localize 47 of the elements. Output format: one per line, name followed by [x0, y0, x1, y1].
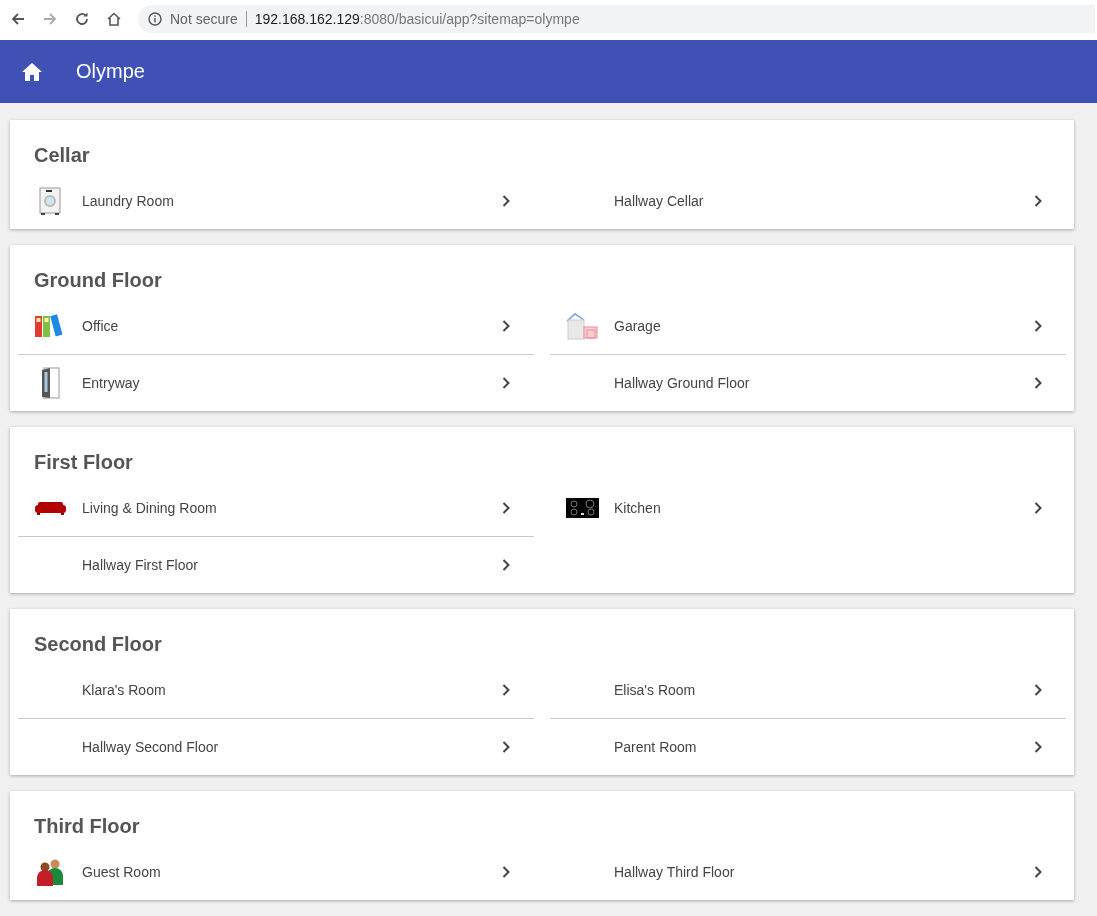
security-label: Not secure: [170, 11, 238, 27]
section-title: Ground Floor: [33, 268, 163, 293]
chevron-right-icon[interactable]: [502, 195, 510, 207]
sofa-icon: [33, 500, 67, 516]
section-title: Cellar: [33, 143, 91, 168]
chevron-right-icon[interactable]: [502, 684, 510, 696]
chevron-right-icon[interactable]: [502, 866, 510, 878]
chevron-right-icon[interactable]: [1034, 377, 1042, 389]
address-bar[interactable]: Not secure 192.168.162.129:8080/basicui/app?sitemap=olympe: [138, 5, 1095, 33]
washing-machine-icon: [39, 187, 61, 215]
people-icon: [35, 858, 65, 886]
section-title: Third Floor: [33, 814, 141, 839]
room-link[interactable]: Hallway First Floor: [82, 557, 502, 573]
chevron-right-icon[interactable]: [1034, 320, 1042, 332]
chevron-right-icon[interactable]: [502, 377, 510, 389]
chevron-right-icon[interactable]: [1034, 195, 1042, 207]
chevron-right-icon[interactable]: [1034, 741, 1042, 753]
chevron-right-icon[interactable]: [502, 559, 510, 571]
room-link[interactable]: Garage: [614, 318, 1034, 334]
chevron-right-icon[interactable]: [502, 502, 510, 514]
room-link[interactable]: Parent Room: [614, 739, 1034, 755]
room-link[interactable]: Klara's Room: [82, 682, 502, 698]
room-link[interactable]: Elisa's Room: [614, 682, 1034, 698]
room-link[interactable]: Laundry Room: [82, 193, 502, 209]
door-icon: [40, 367, 60, 399]
room-link[interactable]: Guest Room: [82, 864, 502, 880]
chevron-right-icon[interactable]: [1034, 684, 1042, 696]
chevron-right-icon[interactable]: [502, 320, 510, 332]
chevron-right-icon[interactable]: [1034, 502, 1042, 514]
info-icon: [148, 12, 162, 26]
room-link[interactable]: Hallway Second Floor: [82, 739, 502, 755]
home-icon[interactable]: [22, 62, 42, 81]
room-link[interactable]: Kitchen: [614, 500, 1034, 516]
house-garage-icon: [565, 312, 599, 340]
url-text: 192.168.162.129:8080/basicui/app?sitemap=olympe: [254, 11, 580, 27]
chevron-right-icon[interactable]: [502, 741, 510, 753]
room-link[interactable]: Living & Dining Room: [82, 500, 502, 516]
section-title: Second Floor: [33, 632, 163, 657]
room-link[interactable]: Hallway Ground Floor: [614, 375, 1034, 391]
section-title: First Floor: [33, 450, 134, 475]
cooktop-icon: [565, 498, 599, 518]
room-link[interactable]: Hallway Cellar: [614, 193, 1034, 209]
page-title: Olympe: [76, 60, 145, 83]
chevron-right-icon[interactable]: [1034, 866, 1042, 878]
room-link[interactable]: Hallway Third Floor: [614, 864, 1034, 880]
room-link[interactable]: Office: [82, 318, 502, 334]
room-link[interactable]: Entryway: [82, 375, 502, 391]
